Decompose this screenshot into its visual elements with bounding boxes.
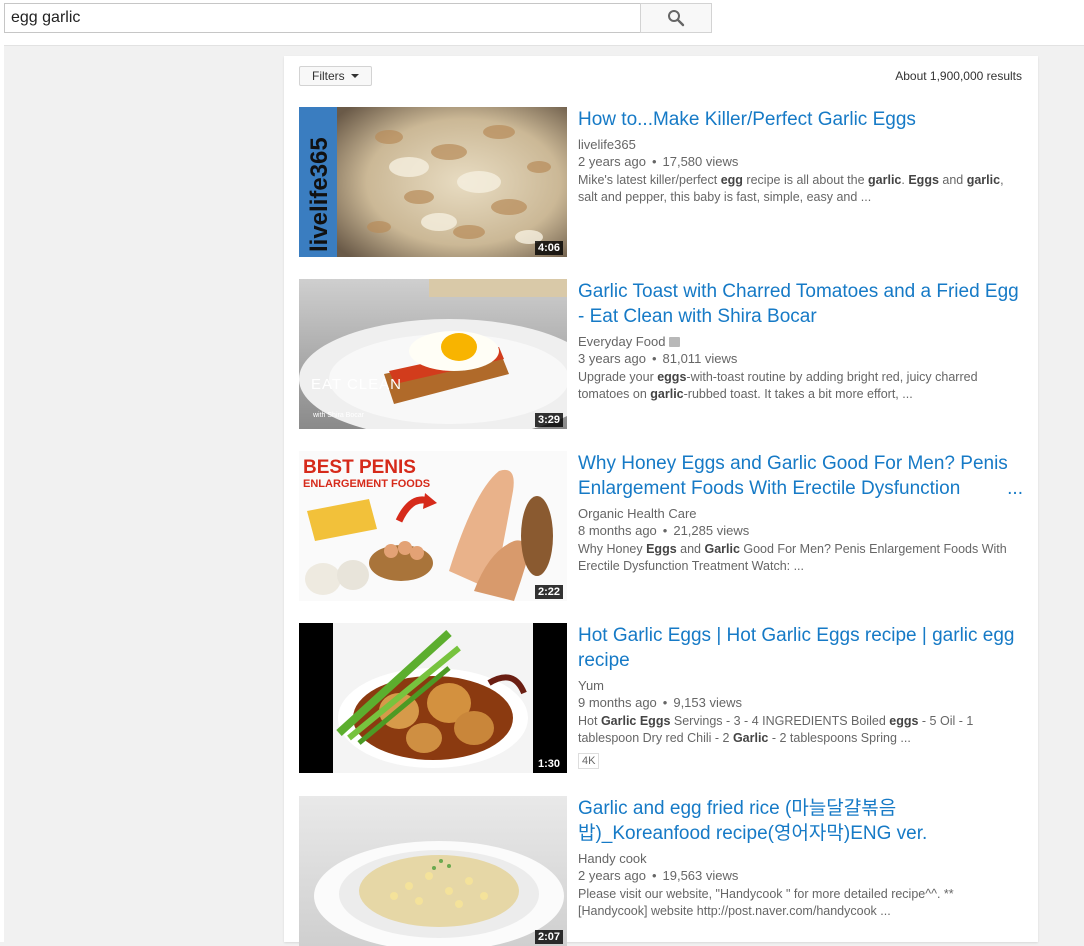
result-meta: Garlic Toast with Charred Tomatoes and a… xyxy=(578,279,1023,403)
thumbnail-text: BEST PENIS xyxy=(303,457,416,478)
result-count: About 1,900,000 results xyxy=(895,69,1022,83)
video-duration: 1:30 xyxy=(534,757,563,771)
video-description: Mike's latest killer/perfect egg recipe … xyxy=(578,172,1023,206)
channel-name[interactable]: Everyday Food xyxy=(578,334,1023,350)
view-count: 21,285 views xyxy=(673,523,750,538)
video-stats: 2 years ago • 17,580 views xyxy=(578,154,739,169)
description-keyword: eggs xyxy=(657,370,687,384)
video-duration: 2:22 xyxy=(534,585,563,599)
description-keyword: eggs xyxy=(889,714,919,728)
video-stats: 8 months ago • 21,285 views xyxy=(578,523,750,538)
description-keyword: Garlic xyxy=(732,731,769,745)
search-bar xyxy=(0,0,1084,46)
left-gutter xyxy=(0,45,4,942)
description-keyword: garlic xyxy=(650,387,684,401)
channel-name[interactable]: livelife365 xyxy=(578,137,1023,153)
result-item: livelife365 4:06 How to...Make Killer/Pe… xyxy=(299,107,1023,257)
view-count: 9,153 views xyxy=(673,695,742,710)
description-text: - 2 tablespoons Spring ... xyxy=(768,731,911,745)
video-title-link[interactable]: Garlic Toast with Charred Tomatoes and a… xyxy=(578,279,1023,329)
channel-name[interactable]: Organic Health Care xyxy=(578,506,1023,522)
description-text: Please visit our website, "Handycook " f… xyxy=(578,887,954,918)
description-text: Servings - 3 - 4 INGREDIENTS Boiled xyxy=(670,714,890,728)
channel-name[interactable]: Handy cook xyxy=(578,851,1023,867)
thumbnail-subtext: ENLARGEMENT FOODS xyxy=(303,478,430,490)
description-text: Why Honey xyxy=(578,542,647,556)
thumbnail-image xyxy=(299,796,567,946)
quality-badge: 4K xyxy=(578,753,600,769)
thumbnail-text: EAT CLEAN xyxy=(311,376,402,393)
video-stats: 2 years ago • 19,563 views xyxy=(578,868,739,883)
video-thumbnail[interactable]: livelife365 4:06 xyxy=(299,107,567,257)
thumbnail-image: BEST PENIS ENLARGEMENT FOODS xyxy=(299,451,567,601)
video-thumbnail[interactable]: 1:30 xyxy=(299,623,567,773)
description-keyword: Eggs xyxy=(908,173,939,187)
result-meta: Why Honey Eggs and Garlic Good For Men? … xyxy=(578,451,1023,575)
verified-icon xyxy=(669,337,681,347)
description-text: and xyxy=(676,542,705,556)
result-meta: Hot Garlic Eggs | Hot Garlic Eggs recipe… xyxy=(578,623,1023,769)
video-title-link[interactable]: Garlic and egg fried rice (마늘달걀볶음밥)_Kore… xyxy=(578,796,1023,846)
video-description: Upgrade your eggs-with-toast routine by … xyxy=(578,369,1023,403)
description-keyword: garlic xyxy=(868,173,902,187)
description-text: and xyxy=(938,173,967,187)
description-keyword: Garlic xyxy=(704,542,740,556)
channel-label: Everyday Food xyxy=(578,334,666,349)
view-count: 81,011 views xyxy=(662,351,738,366)
results-panel: Filters About 1,900,000 results livelife… xyxy=(284,56,1038,946)
thumbnail-image: livelife365 xyxy=(299,107,567,257)
video-description: Why Honey Eggs and Garlic Good For Men? … xyxy=(578,541,1023,575)
video-title-link[interactable]: How to...Make Killer/Perfect Garlic Eggs xyxy=(578,107,1023,132)
video-title-text: Why Honey Eggs and Garlic Good For Men? … xyxy=(578,453,1008,499)
search-input[interactable] xyxy=(4,3,641,33)
video-duration: 3:29 xyxy=(534,413,563,427)
video-title-link[interactable]: Hot Garlic Eggs | Hot Garlic Eggs recipe… xyxy=(578,623,1023,673)
thumbnail-text: livelife365 xyxy=(306,137,333,252)
video-thumbnail[interactable]: EAT CLEAN with Shira Bocar 3:29 xyxy=(299,279,567,429)
title-ellipsis: ... xyxy=(1007,478,1023,499)
upload-age: 8 months ago xyxy=(578,523,657,538)
result-item: BEST PENIS ENLARGEMENT FOODS 2:22 Why Ho… xyxy=(299,451,1023,601)
upload-age: 2 years ago xyxy=(578,154,646,169)
video-thumbnail[interactable]: BEST PENIS ENLARGEMENT FOODS 2:22 xyxy=(299,451,567,601)
result-meta: How to...Make Killer/Perfect Garlic Eggs… xyxy=(578,107,1023,206)
description-keyword: Garlic Eggs xyxy=(600,714,671,728)
upload-age: 9 months ago xyxy=(578,695,657,710)
search-button[interactable] xyxy=(640,3,712,33)
result-item: 1:30 Hot Garlic Eggs | Hot Garlic Eggs r… xyxy=(299,623,1023,773)
video-stats: 3 years ago • 81,011 views xyxy=(578,351,738,366)
description-text: Upgrade your xyxy=(578,370,658,384)
search-icon xyxy=(668,10,685,27)
description-keyword: egg xyxy=(720,173,743,187)
video-duration: 4:06 xyxy=(534,241,563,255)
description-text: Mike's latest killer/perfect xyxy=(578,173,721,187)
caret-down-icon xyxy=(350,74,359,78)
result-item: EAT CLEAN with Shira Bocar 3:29 Garlic T… xyxy=(299,279,1023,429)
description-text: recipe is all about the xyxy=(742,173,869,187)
filters-button[interactable]: Filters xyxy=(299,66,372,86)
thumbnail-subtext: with Shira Bocar xyxy=(312,412,365,419)
video-description: Please visit our website, "Handycook " f… xyxy=(578,886,1023,920)
result-item: 2:07 Garlic and egg fried rice (마늘달걀볶음밥)… xyxy=(299,796,1023,946)
upload-age: 2 years ago xyxy=(578,868,646,883)
filters-label: Filters xyxy=(312,69,345,83)
video-description: Hot Garlic Eggs Servings - 3 - 4 INGREDI… xyxy=(578,713,1023,747)
description-keyword: Eggs xyxy=(646,542,677,556)
view-count: 17,580 views xyxy=(662,154,739,169)
view-count: 19,563 views xyxy=(662,868,739,883)
thumbnail-image: EAT CLEAN with Shira Bocar xyxy=(299,279,567,429)
result-meta: Garlic and egg fried rice (마늘달걀볶음밥)_Kore… xyxy=(578,796,1023,920)
description-text: -rubbed toast. It takes a bit more effor… xyxy=(683,387,913,401)
video-stats: 9 months ago • 9,153 views xyxy=(578,695,742,710)
description-text: Hot xyxy=(578,714,601,728)
video-thumbnail[interactable]: 2:07 xyxy=(299,796,567,946)
upload-age: 3 years ago xyxy=(578,351,646,366)
video-title-link[interactable]: Why Honey Eggs and Garlic Good For Men? … xyxy=(578,451,1023,501)
channel-name[interactable]: Yum xyxy=(578,678,1023,694)
thumbnail-image xyxy=(299,623,567,773)
description-keyword: garlic xyxy=(966,173,1001,187)
